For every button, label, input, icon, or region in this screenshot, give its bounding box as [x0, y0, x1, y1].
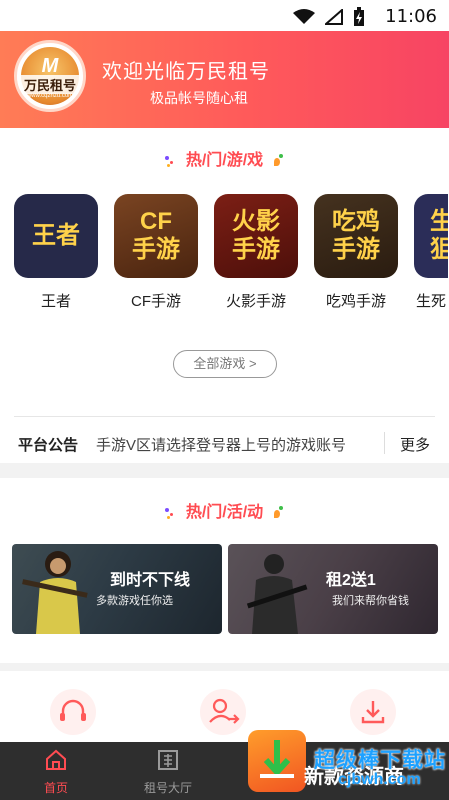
- banner-subtitle: 我们来帮你省钱: [332, 595, 409, 607]
- game-tile[interactable]: 吃鸡 手游: [314, 194, 398, 278]
- slogan-text: 极品帐号随心租: [150, 90, 248, 106]
- tab-home[interactable]: 首页: [16, 748, 96, 796]
- rent-hall-icon: [158, 750, 178, 770]
- notice-bar: 平台公告 手游V区请选择登号器上号的游戏账号 更多: [0, 428, 449, 458]
- game-tile[interactable]: CF 手游: [114, 194, 198, 278]
- watermark-url: cjbwh.com: [338, 771, 421, 788]
- notice-message[interactable]: 手游V区请选择登号器上号的游戏账号: [96, 434, 346, 455]
- activity-banners: 到时不下线 多款游戏任你选 租2送1 我们来帮你省钱: [12, 544, 438, 634]
- download-button[interactable]: [350, 689, 396, 735]
- battery-icon: [354, 7, 364, 26]
- activity-banner[interactable]: 租2送1 我们来帮你省钱: [228, 544, 438, 634]
- hot-activities-title: 热/门/活/动: [0, 498, 449, 522]
- confetti-left-icon: [165, 154, 177, 168]
- hot-activities-section: 热/门/活/动 到时不下线 多款游戏任你选 租2送1 我们来帮你省钱: [0, 478, 449, 663]
- watermark-title: 超级棒下载站: [314, 749, 446, 772]
- wifi-icon: [293, 9, 315, 24]
- watermark-logo: [248, 730, 306, 792]
- signal-icon: [325, 9, 343, 25]
- header-banner: M 万民租号 www.cqzhzu.com 欢迎光临万民租号 极品帐号随心租: [0, 31, 449, 128]
- download-arrow-icon: [260, 740, 294, 778]
- game-label: 王者: [40, 293, 71, 310]
- soldier-illustration: [22, 551, 88, 634]
- home-icon: [46, 749, 66, 770]
- game-item[interactable]: 王者 王者: [14, 194, 98, 311]
- game-list: 王者 王者 CF 手游 CF手游 火影 手游 火影手游 吃鸡 手游 吃鸡手游 生…: [14, 194, 448, 311]
- game-tile[interactable]: 生 狙: [414, 194, 448, 278]
- game-item[interactable]: 火影 手游 火影手游: [214, 194, 298, 311]
- transfer-button[interactable]: [200, 689, 246, 735]
- status-time: 11:06: [385, 6, 437, 27]
- transfer-user-icon: [209, 698, 240, 724]
- game-label: CF手游: [131, 293, 181, 310]
- banner-title: 到时不下线: [110, 572, 191, 589]
- headset-icon: [60, 699, 86, 721]
- activity-banner[interactable]: 到时不下线 多款游戏任你选: [12, 544, 222, 634]
- service-shortcuts: [0, 671, 449, 742]
- game-tile[interactable]: 王者: [14, 194, 98, 278]
- divider: [14, 416, 435, 417]
- welcome-text: 欢迎光临万民租号: [102, 61, 270, 83]
- status-icons: [293, 7, 365, 27]
- status-bar: 11:06: [0, 0, 449, 31]
- tab-home-label: 首页: [43, 781, 68, 795]
- banner-subtitle: 多款游戏任你选: [96, 595, 173, 607]
- game-tile[interactable]: 火影 手游: [214, 194, 298, 278]
- game-item[interactable]: CF 手游 CF手游: [114, 194, 198, 311]
- game-item[interactable]: 生 狙 生死: [414, 194, 448, 311]
- hot-games-section: 热/门/游/戏 王者 王者 CF 手游 CF手游 火影 手游 火影手游 吃鸡 手…: [0, 128, 449, 463]
- logo-url: www.cqzhzu.com: [26, 93, 74, 99]
- banner-title: 租2送1: [326, 572, 376, 589]
- notice-tag: 平台公告: [18, 437, 79, 454]
- game-label: 火影手游: [225, 293, 286, 310]
- game-label: 吃鸡手游: [325, 293, 386, 310]
- hot-games-title: 热/门/游/戏: [0, 146, 449, 170]
- all-games-button[interactable]: 全部游戏 >: [173, 350, 277, 378]
- game-label: 生死: [416, 293, 447, 310]
- game-item[interactable]: 吃鸡 手游 吃鸡手游: [314, 194, 398, 311]
- confetti-right-icon: [272, 153, 284, 168]
- confetti-right-icon: [272, 505, 284, 520]
- soldier-illustration: [246, 554, 308, 634]
- tab-rent-hall[interactable]: 租号大厅: [128, 748, 208, 796]
- notice-divider: [384, 432, 385, 454]
- logo-text: 万民租号: [17, 75, 83, 94]
- app-logo: M 万民租号 www.cqzhzu.com: [14, 40, 86, 112]
- tab-rent-hall-label: 租号大厅: [143, 781, 192, 795]
- customer-service-button[interactable]: [50, 689, 96, 735]
- confetti-left-icon: [165, 506, 177, 520]
- download-icon: [361, 701, 385, 724]
- notice-more-link[interactable]: 更多: [400, 434, 430, 455]
